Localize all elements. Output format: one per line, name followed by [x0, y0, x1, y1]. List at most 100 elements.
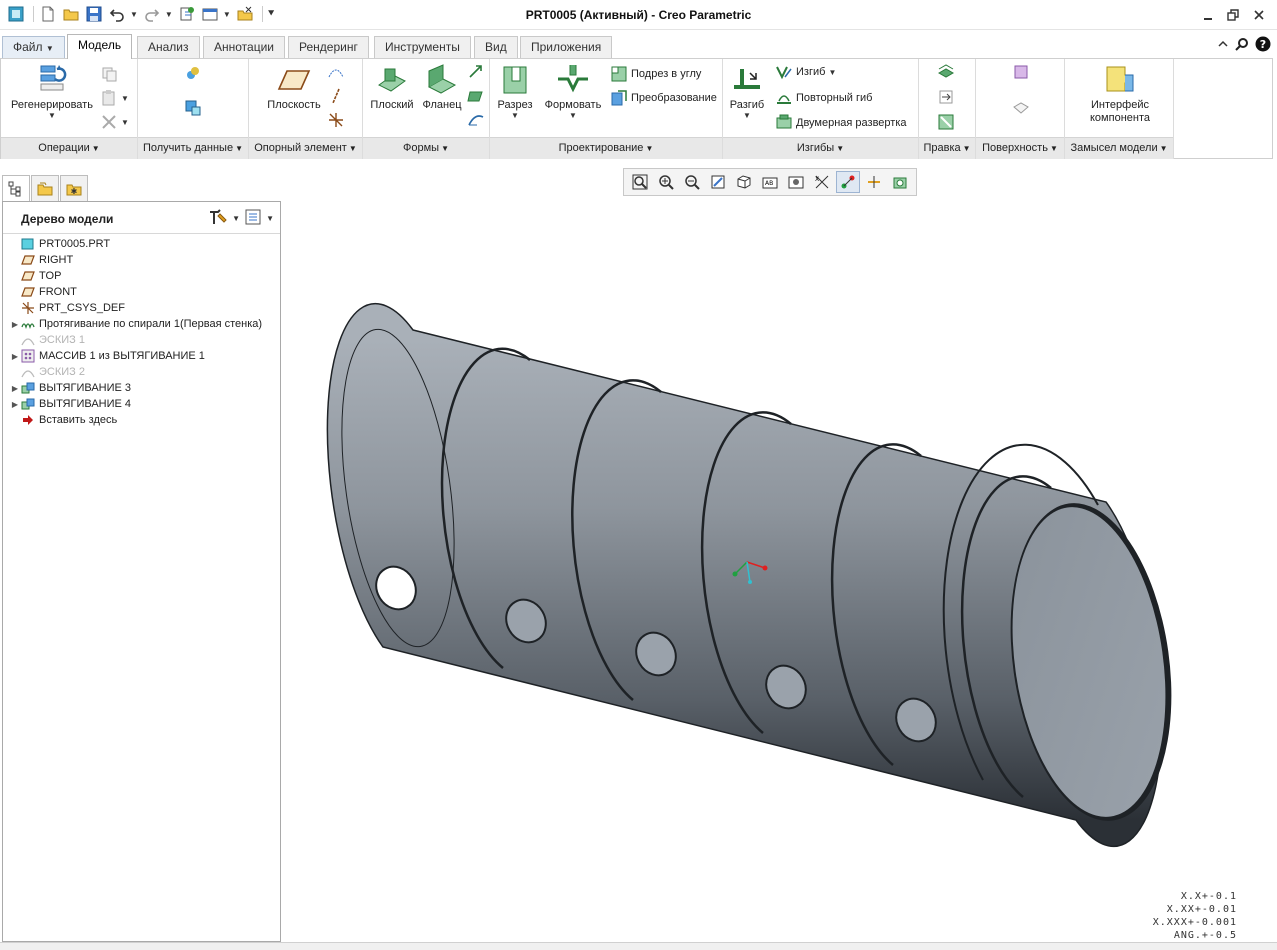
flat-pattern-button[interactable]: Двумерная развертка — [775, 114, 907, 132]
tree-settings-dropdown-icon[interactable]: ▼ — [232, 214, 240, 223]
edit-merge-button[interactable] — [937, 63, 958, 81]
close-icon[interactable] — [1248, 6, 1270, 24]
paste-button[interactable]: ▼ — [100, 89, 129, 107]
spin-center-icon[interactable] — [836, 171, 860, 193]
edit-rip-button[interactable] — [937, 113, 958, 131]
surface-offset-button[interactable] — [1012, 99, 1033, 117]
twist-button[interactable] — [467, 87, 488, 105]
unbend-button[interactable]: Разгиб ▼ — [727, 63, 767, 120]
paste-dropdown-icon[interactable]: ▼ — [121, 94, 129, 103]
cylinder-part[interactable] — [324, 302, 1190, 848]
regenerate-button[interactable]: Регенерировать ▼ — [7, 63, 97, 120]
surface-fill-button[interactable] — [1012, 63, 1033, 81]
edit-convert-button[interactable] — [937, 88, 958, 106]
corner-relief-button[interactable]: Подрез в углу — [610, 65, 701, 83]
tab-rendering[interactable]: Рендеринг — [288, 36, 369, 58]
display-style-icon[interactable] — [784, 171, 808, 193]
extend-button[interactable] — [467, 63, 488, 81]
blend-button[interactable] — [467, 111, 488, 129]
tree-filters-icon[interactable] — [244, 208, 262, 229]
model-tree-item[interactable]: ▶ ВЫТЯГИВАНИЕ 3 — [9, 380, 131, 396]
expand-arrow-icon[interactable]: ▶ — [9, 320, 21, 329]
windows-icon[interactable] — [200, 4, 220, 24]
expand-arrow-icon[interactable]: ▶ — [9, 384, 21, 393]
model-tree-item[interactable]: RIGHT — [9, 252, 73, 268]
copy-button[interactable] — [100, 65, 121, 83]
user-defined-feature-button[interactable] — [184, 65, 205, 83]
component-interface-button[interactable]: Интерфейс компонента — [1075, 63, 1165, 125]
group-datum-label[interactable]: Опорный элемент ▼ — [249, 137, 362, 159]
bend-dropdown-icon[interactable]: ▼ — [828, 68, 836, 77]
copy-geometry-button[interactable] — [184, 99, 205, 117]
model-tree-item[interactable]: Вставить здесь — [9, 412, 117, 428]
new-file-icon[interactable] — [38, 4, 58, 24]
minimize-ribbon-icon[interactable] — [1217, 38, 1229, 53]
unbend-dropdown-icon[interactable]: ▼ — [727, 111, 767, 120]
group-design-intent-label[interactable]: Замысел модели ▼ — [1065, 137, 1173, 159]
tree-settings-icon[interactable] — [208, 208, 228, 229]
model-tree-item[interactable]: PRT0005.PRT — [9, 236, 110, 252]
redo-dropdown-icon[interactable]: ▼ — [165, 10, 173, 19]
windows-dropdown-icon[interactable]: ▼ — [223, 10, 231, 19]
regenerate-small-icon[interactable] — [177, 4, 197, 24]
group-surfaces-label[interactable]: Поверхность ▼ — [976, 137, 1064, 159]
model-tree-item[interactable]: ▶ МАССИВ 1 из ВЫТЯГИВАНИЕ 1 — [9, 348, 205, 364]
bend-back-button[interactable]: Повторный гиб — [775, 89, 872, 107]
zoom-in-icon[interactable] — [654, 171, 678, 193]
delete-dropdown-icon[interactable]: ▼ — [121, 118, 129, 127]
repaint-icon[interactable] — [706, 171, 730, 193]
tab-annotations[interactable]: Аннотации — [203, 36, 285, 58]
favorites-tab[interactable]: ✱ — [60, 175, 88, 201]
model-viewport[interactable] — [283, 200, 1277, 942]
appearance-gallery-icon[interactable] — [888, 171, 912, 193]
undo-icon[interactable] — [107, 4, 127, 24]
close-window-icon[interactable] — [235, 4, 255, 24]
tab-model[interactable]: Модель — [67, 34, 133, 59]
named-views-icon[interactable]: AB — [758, 171, 782, 193]
annotation-display-icon[interactable] — [862, 171, 886, 193]
tree-filters-dropdown-icon[interactable]: ▼ — [266, 214, 274, 223]
flange-button[interactable]: Фланец — [417, 63, 467, 111]
folder-browser-tab[interactable] — [31, 175, 59, 201]
cut-dropdown-icon[interactable]: ▼ — [494, 111, 536, 120]
minimize-icon[interactable] — [1197, 6, 1219, 24]
redo-icon[interactable] — [142, 4, 162, 24]
customize-toolbar-icon[interactable]: ⯆ — [267, 8, 276, 21]
model-tree-item[interactable]: ЭСКИЗ 1 — [9, 332, 85, 348]
model-tree-item[interactable]: FRONT — [9, 284, 77, 300]
group-bends-label[interactable]: Изгибы ▼ — [723, 137, 918, 159]
form-button[interactable]: Формовать ▼ — [540, 63, 606, 120]
search-icon[interactable] — [1235, 37, 1249, 54]
datum-axis-button[interactable] — [327, 63, 348, 81]
restore-icon[interactable] — [1222, 6, 1244, 24]
group-engineering-label[interactable]: Проектирование ▼ — [490, 137, 722, 159]
plane-button[interactable]: Плоскость — [259, 63, 329, 111]
zoom-out-icon[interactable] — [680, 171, 704, 193]
model-tree-item[interactable]: PRT_CSYS_DEF — [9, 300, 125, 316]
datum-display-filters-icon[interactable]: X — [810, 171, 834, 193]
expand-arrow-icon[interactable]: ▶ — [9, 352, 21, 361]
group-shapes-label[interactable]: Формы ▼ — [363, 137, 489, 159]
form-dropdown-icon[interactable]: ▼ — [540, 111, 606, 120]
saved-orientations-icon[interactable] — [732, 171, 756, 193]
graphics-window[interactable]: X.X+-0.1 X.XX+-0.01 X.XXX+-0.001 ANG.+-0… — [283, 200, 1277, 942]
datum-axis2-button[interactable] — [327, 87, 348, 105]
transform-button[interactable]: Преобразование — [610, 89, 717, 107]
tab-view[interactable]: Вид — [474, 36, 518, 58]
save-icon[interactable] — [84, 4, 104, 24]
group-editing-label[interactable]: Правка ▼ — [919, 137, 975, 159]
model-tree-item[interactable]: TOP — [9, 268, 61, 284]
group-get-data-label[interactable]: Получить данные ▼ — [138, 137, 248, 159]
tab-applications[interactable]: Приложения — [520, 36, 613, 58]
tab-analysis[interactable]: Анализ — [137, 36, 200, 58]
open-folder-icon[interactable] — [61, 4, 81, 24]
model-tree-item[interactable]: ▶ ВЫТЯГИВАНИЕ 4 — [9, 396, 131, 412]
undo-dropdown-icon[interactable]: ▼ — [130, 10, 138, 19]
creo-app-icon[interactable] — [6, 4, 26, 24]
group-operations-label[interactable]: Операции ▼ — [1, 137, 137, 159]
expand-arrow-icon[interactable]: ▶ — [9, 400, 21, 409]
flat-wall-button[interactable]: Плоский — [367, 63, 417, 111]
model-tree-item[interactable]: ЭСКИЗ 2 — [9, 364, 85, 380]
bend-button[interactable]: Изгиб ▼ — [775, 63, 836, 81]
model-tree-item[interactable]: ▶ Протягивание по спирали 1(Первая стенка… — [9, 316, 262, 332]
